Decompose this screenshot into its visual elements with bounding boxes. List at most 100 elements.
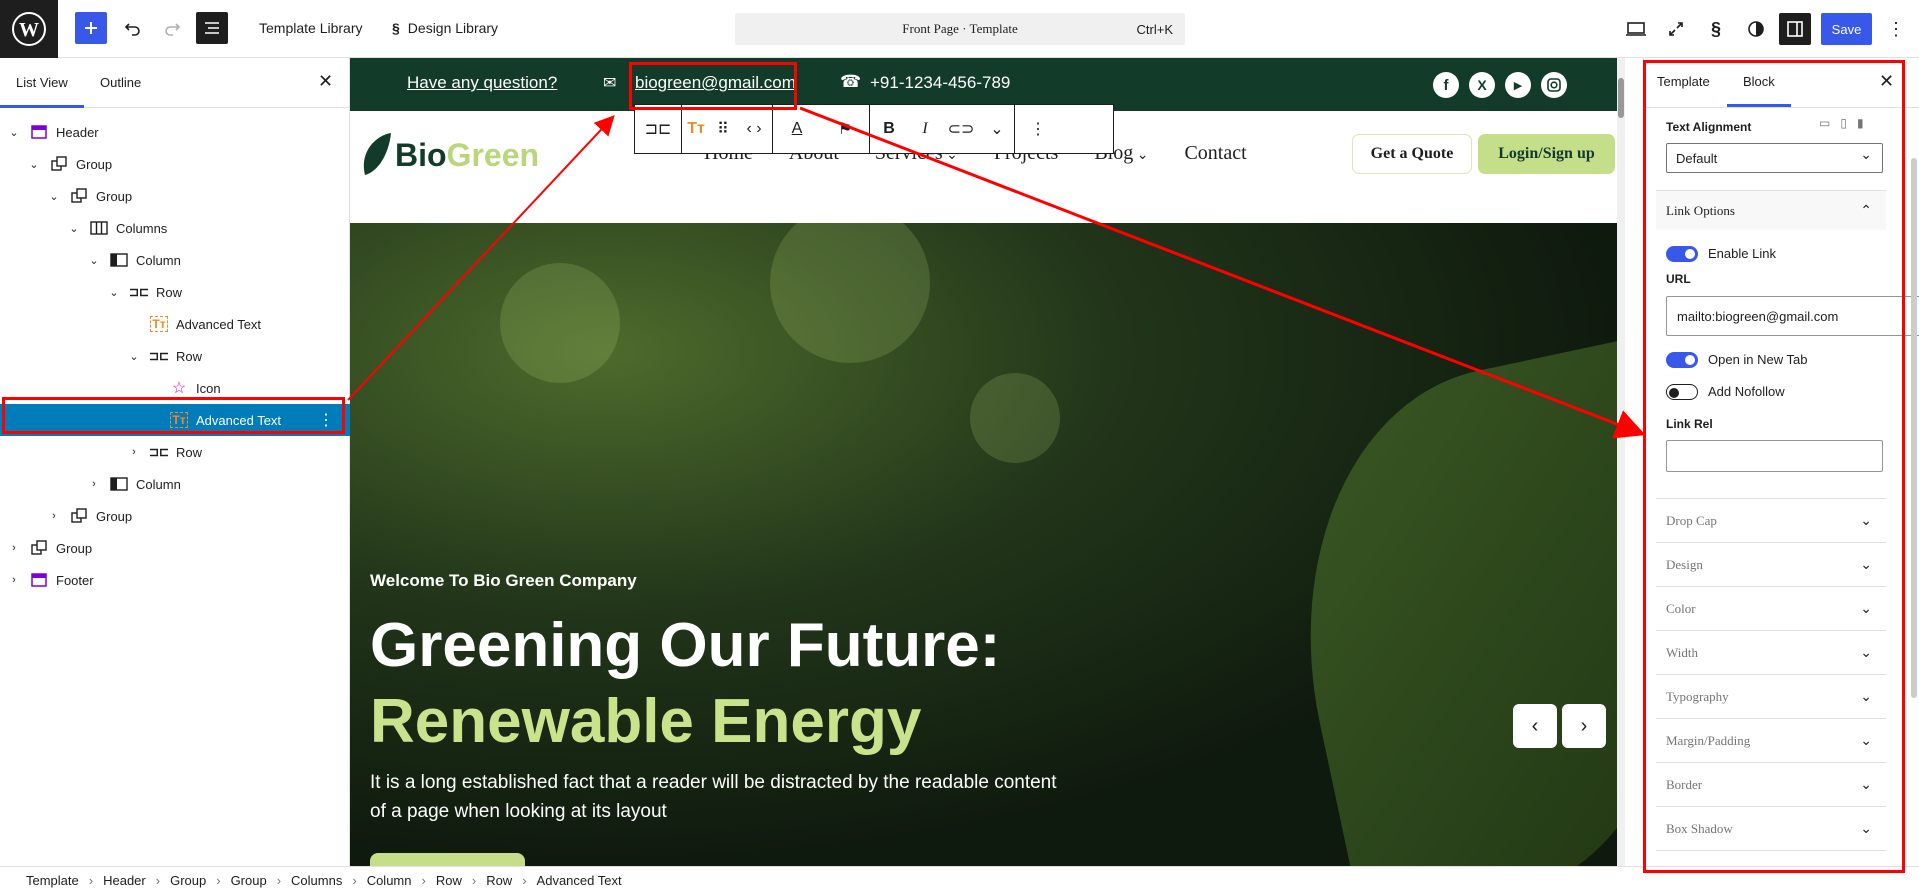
bold-icon[interactable]: B (870, 105, 908, 153)
italic-icon[interactable]: I (908, 105, 942, 153)
tree-item-label: Group (96, 508, 133, 524)
get-quote-button[interactable]: Get a Quote (1352, 134, 1472, 174)
chevron-down-icon[interactable]: ⌄ (66, 222, 82, 235)
tree-item-label: Group (76, 156, 113, 172)
breadcrumb-advanced-text[interactable]: Advanced Text (537, 873, 622, 888)
breadcrumb-row[interactable]: Row (486, 873, 512, 888)
tree-item-label: Header (56, 124, 99, 140)
nav-link-contact[interactable]: Contact (1184, 142, 1246, 165)
tree-item-group[interactable]: › Group (0, 532, 350, 564)
fullscreen-icon[interactable] (1660, 13, 1692, 45)
slider-prev-button[interactable]: ‹ (1513, 704, 1557, 748)
tree-item-column[interactable]: ⌄ Column (0, 244, 350, 276)
breadcrumb-column[interactable]: Column (367, 873, 412, 888)
list-view-tabs: List View Outline ✕ (0, 58, 349, 108)
close-icon[interactable]: ✕ (318, 71, 333, 92)
tree-item-footer[interactable]: › Footer (0, 564, 350, 596)
breadcrumb-columns[interactable]: Columns (291, 873, 342, 888)
add-block-button[interactable] (75, 12, 107, 44)
tab-outline[interactable]: Outline (100, 75, 141, 90)
tree-item-label: Group (56, 540, 93, 556)
chevron-down-icon[interactable]: ⌄ (26, 158, 42, 171)
chevron-down-icon[interactable]: ⌄ (126, 350, 142, 363)
tree-item-row[interactable]: › ⊐⊏ Row (0, 436, 350, 468)
design-library-button[interactable]: § Design Library (392, 12, 498, 44)
save-button[interactable]: Save (1821, 13, 1872, 45)
advanced-text-icon[interactable]: Tт (682, 105, 710, 153)
row-block-icon: ⊐⊏ (128, 285, 150, 299)
tab-list-view[interactable]: List View (0, 75, 84, 108)
inspector-highlight-annotation (1643, 60, 1905, 873)
leaf-image (1255, 339, 1625, 866)
chevron-right-icon[interactable]: › (126, 446, 142, 458)
column-block-icon (110, 251, 128, 269)
chevron-down-icon[interactable]: ⌄ (46, 190, 62, 203)
chevron-right-icon[interactable]: › (6, 574, 22, 586)
login-signup-button[interactable]: Login/Sign up (1478, 134, 1615, 174)
youtube-icon[interactable]: ▶ (1505, 72, 1531, 98)
advanced-text-block-icon: Tт (150, 316, 168, 332)
x-twitter-icon[interactable]: X (1469, 72, 1495, 98)
tree-item-columns[interactable]: ⌄ Columns (0, 212, 350, 244)
styles-icon[interactable] (1740, 13, 1772, 45)
tree-item-group[interactable]: ⌄ Group (0, 180, 350, 212)
chevron-right-icon[interactable]: › (6, 542, 22, 554)
tree-item-label: Row (176, 444, 203, 460)
chevron-down-icon[interactable]: ⌄ (106, 286, 122, 299)
options-menu-icon[interactable]: ⋮ (1880, 13, 1912, 45)
chevron-right-icon: › (1580, 714, 1588, 737)
tree-item-header[interactable]: ⌄ Header (0, 116, 350, 148)
inspector-scrollbar[interactable] (1911, 158, 1917, 698)
list-view-button[interactable] (196, 12, 228, 44)
chevron-right-icon: › (421, 873, 426, 888)
breadcrumb-group[interactable]: Group (231, 873, 267, 888)
chevron-right-icon[interactable]: › (86, 478, 102, 490)
header-block-icon (30, 123, 48, 141)
text-color-icon[interactable]: A (773, 105, 821, 153)
slider-next-button[interactable]: › (1562, 704, 1606, 748)
hero-title: Greening Our Future: Renewable Energy (370, 608, 1000, 760)
instagram-icon[interactable] (1541, 72, 1567, 98)
tree-item-column[interactable]: › Column (0, 468, 350, 500)
desktop-preview-icon[interactable] (1620, 13, 1652, 45)
tree-item-label: Icon (196, 380, 221, 396)
icon-block-icon: ☆ (171, 380, 187, 397)
canvas-scrollbar[interactable] (1617, 58, 1625, 866)
row-parent-icon[interactable]: ⊐⊏ (635, 105, 681, 153)
bokeh-decoration (970, 373, 1060, 463)
spectra-icon[interactable]: § (1700, 13, 1732, 45)
undo-icon[interactable] (117, 12, 149, 44)
chevron-down-icon[interactable]: ⌄ (86, 254, 102, 267)
tree-item-row[interactable]: ⌄ ⊐⊏ Row (0, 276, 350, 308)
tree-item-group[interactable]: › Group (0, 500, 350, 532)
envelope-icon: ✉ (603, 75, 617, 92)
site-logo[interactable]: Bio Green (359, 131, 539, 179)
chevron-right-icon[interactable]: › (46, 510, 62, 522)
tree-item-group[interactable]: ⌄ Group (0, 148, 350, 180)
breadcrumb-header[interactable]: Header (103, 873, 146, 888)
link-icon[interactable]: ⊂⊃ (942, 105, 980, 153)
tree-item-row[interactable]: ⌄ ⊐⊏ Row (0, 340, 350, 372)
hero-cta-button[interactable] (370, 853, 525, 866)
settings-sidebar-icon[interactable] (1779, 13, 1811, 45)
more-formats-chevron-icon[interactable]: ⌄ (980, 105, 1014, 153)
template-library-button[interactable]: Template Library (259, 12, 363, 44)
drag-handle-icon[interactable]: ⠿ (710, 105, 736, 153)
wordpress-logo-icon[interactable]: W (0, 0, 58, 58)
block-options-icon[interactable]: ⋮ (1015, 105, 1061, 153)
logo-bio: Bio (395, 136, 447, 173)
move-arrows-icon[interactable]: ‹ › (736, 105, 772, 153)
facebook-icon[interactable]: f (1433, 72, 1459, 98)
group-block-icon (70, 507, 88, 525)
breadcrumb-template[interactable]: Template (26, 873, 79, 888)
flag-icon[interactable]: ⚑ (821, 105, 869, 153)
chevron-down-icon[interactable]: ⌄ (6, 126, 22, 139)
scrollbar-thumb[interactable] (1618, 78, 1624, 118)
breadcrumb-group[interactable]: Group (170, 873, 206, 888)
breadcrumb-row[interactable]: Row (436, 873, 462, 888)
question-link[interactable]: Have any question? (407, 73, 557, 93)
tree-item-advanced-text[interactable]: Tт Advanced Text (0, 308, 350, 340)
command-palette-bar[interactable]: Front Page · Template Ctrl+K (735, 13, 1185, 45)
redo-icon[interactable] (156, 12, 188, 44)
tree-item-label: Row (156, 284, 183, 300)
